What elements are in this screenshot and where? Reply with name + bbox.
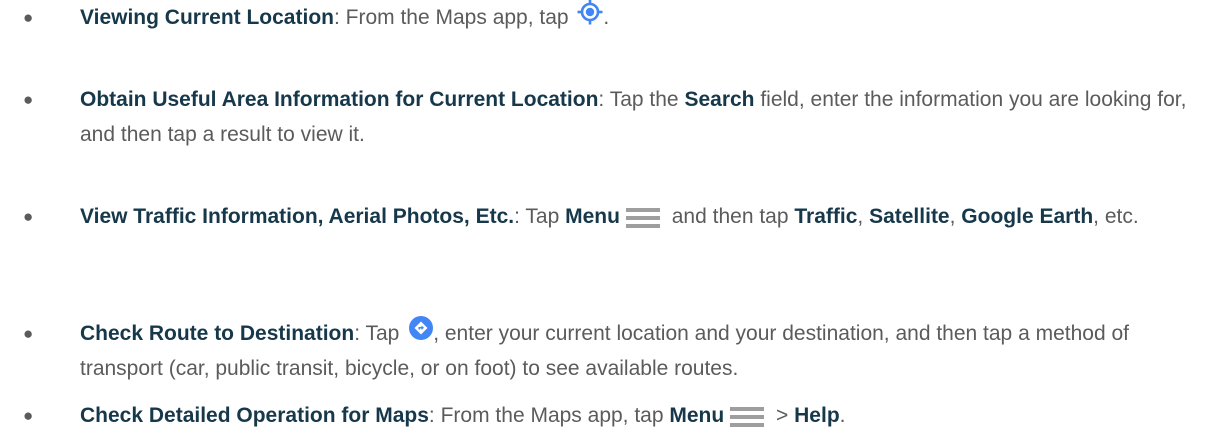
- item-text: .: [603, 6, 610, 29]
- list-item: ● Viewing Current Location: From the Map…: [23, 0, 1190, 35]
- list-item: ● View Traffic Information, Aerial Photo…: [23, 199, 1190, 234]
- help-label: Help: [794, 404, 840, 427]
- item-text: ,: [949, 205, 962, 228]
- bullet: ●: [23, 8, 34, 27]
- menu-icon: [625, 204, 660, 229]
- item-text: and then tap: [665, 205, 795, 228]
- item-text: Tap: [519, 205, 566, 228]
- item-text: Tap: [360, 322, 406, 345]
- item-text: From the Maps app, tap: [434, 404, 670, 427]
- google-earth-label: Google Earth: [961, 205, 1094, 228]
- menu-label: Menu: [669, 404, 725, 427]
- item-text: From the Maps app, tap: [339, 6, 575, 29]
- traffic-label: Traffic: [794, 205, 858, 228]
- item-text: .: [839, 404, 846, 427]
- item-term: Check Detailed Operation for Maps: [80, 404, 429, 427]
- bullet: ●: [23, 207, 34, 226]
- bullet: ●: [23, 324, 34, 343]
- bullet: ●: [23, 90, 34, 109]
- list-item: ● Check Detailed Operation for Maps: Fro…: [23, 398, 1190, 433]
- item-term: Viewing Current Location: [80, 6, 334, 29]
- list-item: ● Obtain Useful Area Information for Cur…: [23, 82, 1190, 152]
- item-term: View Traffic Information, Aerial Photos,…: [80, 205, 515, 228]
- item-text: , etc.: [1093, 205, 1139, 228]
- item-text: >: [770, 404, 795, 427]
- item-term: Obtain Useful Area Information for Curre…: [80, 88, 599, 111]
- list-item: ● Check Route to Destination: Tap , ente…: [23, 316, 1190, 386]
- search-field-label: Search: [684, 88, 755, 111]
- item-text: ,: [857, 205, 870, 228]
- satellite-label: Satellite: [869, 205, 950, 228]
- directions-icon: [409, 316, 434, 341]
- my-location-icon: [577, 0, 603, 25]
- menu-icon: [730, 403, 765, 428]
- menu-label: Menu: [565, 205, 620, 228]
- bullet: ●: [23, 406, 34, 425]
- item-term: Check Route to Destination: [80, 322, 355, 345]
- item-text: Tap the: [604, 88, 685, 111]
